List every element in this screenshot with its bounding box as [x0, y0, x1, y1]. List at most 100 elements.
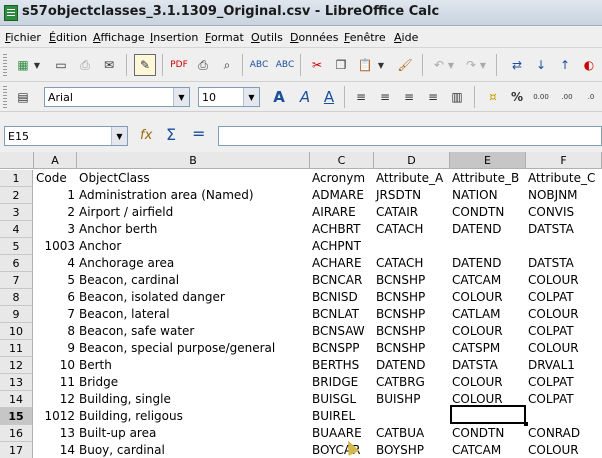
function-wizard-icon[interactable]: fx [140, 128, 152, 143]
cell-b10[interactable]: Beacon, safe water [77, 323, 310, 340]
merge-cells-icon[interactable]: ▥ [446, 86, 468, 108]
cell-f3[interactable]: CONVIS [526, 204, 602, 221]
row-header-9[interactable]: 9 [0, 306, 33, 323]
cell-e6[interactable]: DATEND [450, 255, 526, 272]
cell-b9[interactable]: Beacon, lateral [77, 306, 310, 323]
cell-a6[interactable]: 4 [34, 255, 77, 272]
cell-f7[interactable]: COLOUR [526, 272, 602, 289]
cell-f14[interactable]: COLPAT [526, 391, 602, 408]
cell-a5[interactable]: 1003 [34, 238, 77, 255]
cell-d4[interactable]: CATACH [374, 221, 450, 238]
cell-e16[interactable]: CONDTN [450, 425, 526, 442]
cell-f16[interactable]: CONRAD [526, 425, 602, 442]
cell-a3[interactable]: 2 [34, 204, 77, 221]
row-header-17[interactable]: 17 [0, 442, 33, 458]
spellcheck-icon[interactable]: ABC [248, 54, 270, 76]
font-name-select[interactable]: Arial ▼ [44, 87, 190, 107]
email-icon[interactable]: ✉ [98, 54, 120, 76]
cell-b6[interactable]: Anchorage area [77, 255, 310, 272]
autospellcheck-icon[interactable]: ABC [274, 54, 296, 76]
justify-icon[interactable]: ≡ [422, 86, 444, 108]
chart-icon[interactable]: ◐ [578, 54, 600, 76]
underline-icon[interactable]: A [318, 86, 340, 108]
edit-mode-icon[interactable]: ✎ [134, 54, 156, 76]
bold-icon[interactable]: A [268, 86, 290, 108]
redo-dropdown-icon[interactable]: ▼ [478, 54, 488, 76]
row-header-14[interactable]: 14 [0, 391, 33, 408]
cell-c14[interactable]: BUISGL [310, 391, 374, 408]
cell-d10[interactable]: BCNSHP [374, 323, 450, 340]
row-header-5[interactable]: 5 [0, 238, 33, 255]
cell-c12[interactable]: BERTHS [310, 357, 374, 374]
cell-e3[interactable]: CONDTN [450, 204, 526, 221]
cell-f1[interactable]: Attribute_C [526, 170, 602, 187]
number-format-icon[interactable]: 0.00 [530, 86, 552, 108]
cell-f12[interactable]: DRVAL1 [526, 357, 602, 374]
row-header-8[interactable]: 8 [0, 289, 33, 306]
cell-e9[interactable]: CATLAM [450, 306, 526, 323]
row-header-13[interactable]: 13 [0, 374, 33, 391]
row-header-6[interactable]: 6 [0, 255, 33, 272]
cell-f13[interactable]: COLPAT [526, 374, 602, 391]
sort-ascending-icon[interactable]: ↓ [530, 54, 552, 76]
cell-b1[interactable]: ObjectClass [77, 170, 310, 187]
function-icon[interactable]: = [192, 124, 205, 143]
cell-d12[interactable]: DATEND [374, 357, 450, 374]
column-header-d[interactable]: D [374, 152, 450, 169]
cell-b8[interactable]: Beacon, isolated danger [77, 289, 310, 306]
cell-c13[interactable]: BRIDGE [310, 374, 374, 391]
cell-c11[interactable]: BCNSPP [310, 340, 374, 357]
cell-c1[interactable]: Acronym [310, 170, 374, 187]
cell-a14[interactable]: 12 [34, 391, 77, 408]
hyperlink-icon[interactable]: ⇄ [506, 54, 528, 76]
cell-b15[interactable]: Building, religous [77, 408, 310, 425]
cell-d16[interactable]: CATBUA [374, 425, 450, 442]
cell-e7[interactable]: CATCAM [450, 272, 526, 289]
chevron-down-icon[interactable]: ▼ [243, 88, 259, 106]
row-header-1[interactable]: 1 [0, 170, 33, 187]
cell-b2[interactable]: Administration area (Named) [77, 187, 310, 204]
cell-d9[interactable]: BCNSHP [374, 306, 450, 323]
align-right-icon[interactable]: ≡ [398, 86, 420, 108]
cell-c8[interactable]: BCNISD [310, 289, 374, 306]
chevron-down-icon[interactable]: ▼ [111, 127, 127, 145]
currency-icon[interactable]: ¤ [482, 86, 504, 108]
cell-a4[interactable]: 3 [34, 221, 77, 238]
paste-dropdown-icon[interactable]: ▼ [376, 54, 386, 76]
menu-outils[interactable]: Outils [251, 31, 283, 44]
percent-button[interactable]: % [506, 86, 528, 108]
cell-f15[interactable] [526, 408, 602, 425]
clone-formatting-icon[interactable]: 🖌 [394, 54, 416, 76]
cell-a2[interactable]: 1 [34, 187, 77, 204]
name-box[interactable]: E15 ▼ [4, 126, 128, 146]
menu-aide[interactable]: Aide [394, 31, 418, 44]
spreadsheet-grid[interactable]: A B C D E F 1 Code ObjectClass Acronym Attribute_A… [0, 152, 602, 458]
cell-f2[interactable]: NOBJNM [526, 187, 602, 204]
cell-a12[interactable]: 10 [34, 357, 77, 374]
print-preview-icon[interactable]: ⌕ [216, 54, 238, 76]
cell-e10[interactable]: COLOUR [450, 323, 526, 340]
cell-e12[interactable]: DATSTA [450, 357, 526, 374]
row-header-12[interactable]: 12 [0, 357, 33, 374]
cell-d8[interactable]: BCNSHP [374, 289, 450, 306]
cell-a7[interactable]: 5 [34, 272, 77, 289]
cell-b3[interactable]: Airport / airfield [77, 204, 310, 221]
new-dropdown-icon[interactable]: ▼ [32, 54, 42, 76]
select-all-corner[interactable] [0, 152, 34, 169]
row-header-2[interactable]: 2 [0, 187, 33, 204]
cell-d7[interactable]: BCNSHP [374, 272, 450, 289]
cell-e5[interactable] [450, 238, 526, 255]
align-left-icon[interactable]: ≡ [350, 86, 372, 108]
cell-c10[interactable]: BCNSAW [310, 323, 374, 340]
cell-d2[interactable]: JRSDTN [374, 187, 450, 204]
cell-d1[interactable]: Attribute_A [374, 170, 450, 187]
cell-e2[interactable]: NATION [450, 187, 526, 204]
open-folder-icon[interactable]: ▭ [50, 54, 72, 76]
menu-insertion[interactable]: Insertion [150, 31, 198, 44]
cell-a9[interactable]: 7 [34, 306, 77, 323]
column-header-a[interactable]: A [34, 152, 77, 169]
cell-d3[interactable]: CATAIR [374, 204, 450, 221]
cell-c6[interactable]: ACHARE [310, 255, 374, 272]
cell-b4[interactable]: Anchor berth [77, 221, 310, 238]
row-header-3[interactable]: 3 [0, 204, 33, 221]
